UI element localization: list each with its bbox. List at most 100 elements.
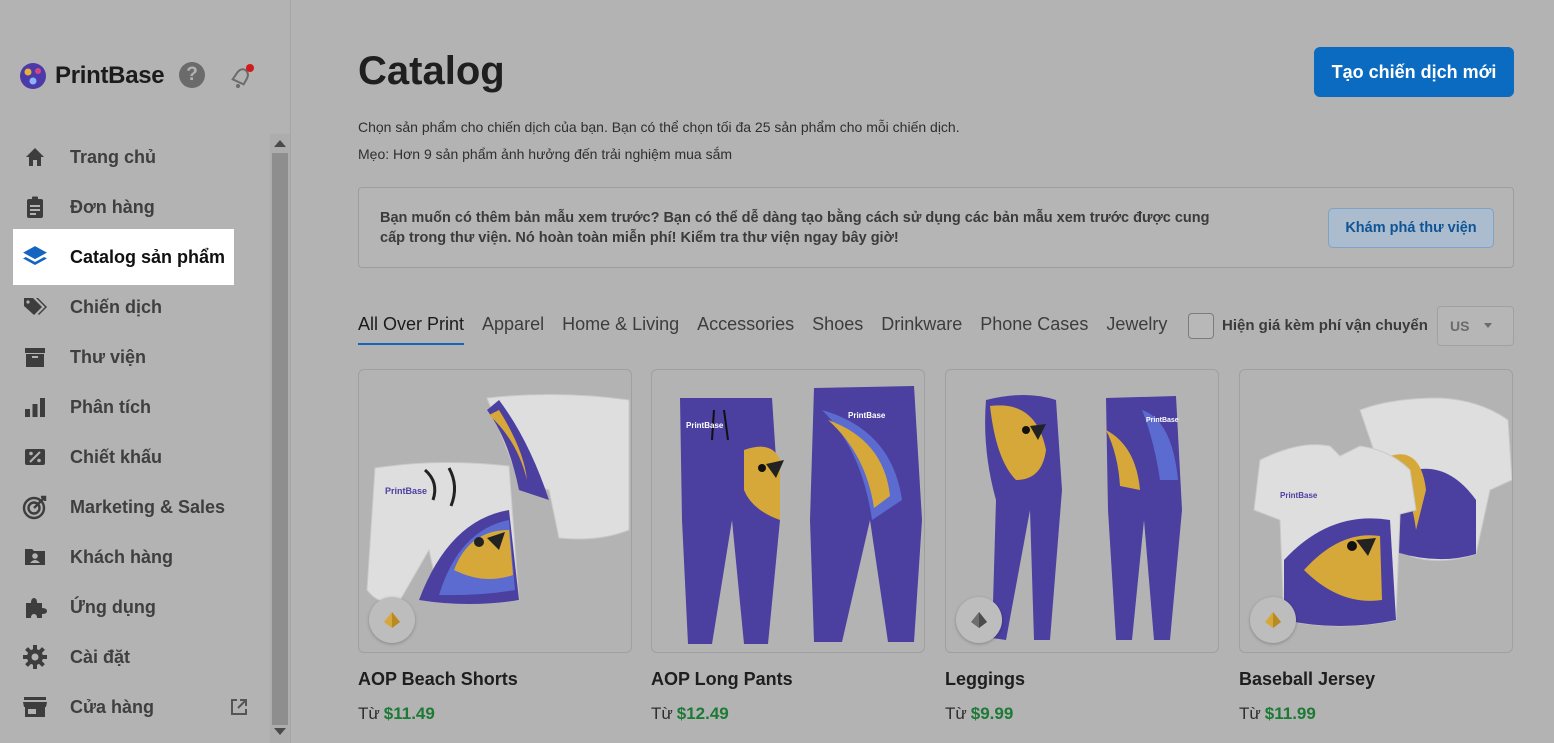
price-amount: $9.99 — [970, 704, 1014, 723]
tab-phone-cases[interactable]: Phone Cases — [980, 312, 1088, 345]
sidebar-item-label: Trang chủ — [70, 146, 157, 167]
brand[interactable]: PrintBase — [18, 58, 165, 94]
sidebar-item-label: Ứng dụng — [70, 596, 156, 617]
tab-drinkware[interactable]: Drinkware — [881, 312, 962, 345]
page-description: Chọn sản phẩm cho chiến dịch của bạn. Bạ… — [358, 119, 960, 135]
product-name[interactable]: Baseball Jersey — [1239, 669, 1513, 690]
price-prefix: Từ — [1239, 704, 1261, 723]
sidebar-item-settings[interactable]: Cài đặt — [13, 632, 263, 682]
product-image[interactable]: PrintBase — [1239, 369, 1513, 653]
puzzle-icon — [21, 593, 49, 621]
tag-icon — [21, 293, 49, 321]
product-price: Từ $11.99 — [1239, 704, 1513, 724]
price-amount: $11.99 — [1264, 704, 1316, 723]
sidebar-item-label: Khách hàng — [70, 546, 174, 567]
clipboard-icon — [21, 193, 49, 221]
product-card[interactable]: PrintBase AOP Beach Shorts Từ $11.49 — [358, 369, 632, 724]
price-amount: $11.49 — [383, 704, 435, 723]
sidebar-item-store[interactable]: Cửa hàng — [13, 682, 263, 732]
sidebar-item-label: Cửa hàng — [70, 696, 155, 717]
country-select-value: US — [1450, 318, 1470, 334]
product-price: Từ $12.49 — [651, 704, 925, 724]
sidebar-item-campaigns[interactable]: Chiến dịch — [13, 282, 263, 332]
sidebar-item-label: Thư viện — [70, 346, 147, 367]
external-link-icon[interactable] — [229, 697, 249, 717]
printbase-logo-icon — [20, 63, 46, 89]
layers-icon — [21, 243, 49, 271]
product-name[interactable]: AOP Long Pants — [651, 669, 925, 690]
bar-chart-icon — [21, 393, 49, 421]
scroll-down-arrow-icon[interactable] — [274, 728, 286, 735]
main-content: Catalog Tạo chiến dịch mới Chọn sản phẩm… — [291, 0, 1554, 743]
chevron-down-icon — [1484, 323, 1492, 328]
archive-icon — [21, 343, 49, 371]
product-card[interactable]: PrintBase Leggings Từ $9.99 — [945, 369, 1219, 724]
sidebar-item-label: Cài đặt — [70, 646, 131, 667]
country-select[interactable]: US — [1437, 306, 1514, 346]
store-icon — [21, 693, 49, 721]
create-campaign-button[interactable]: Tạo chiến dịch mới — [1314, 47, 1514, 97]
promo-text: Bạn muốn có thêm bản mẫu xem trước? Bạn … — [380, 210, 1210, 246]
product-image[interactable]: PrintBase — [945, 369, 1219, 653]
sidebar-item-catalog[interactable]: Catalog sản phẩm — [13, 229, 234, 285]
tab-home-living[interactable]: Home & Living — [562, 312, 679, 345]
product-card[interactable]: PrintBase Baseball Jersey Từ $11.99 — [1239, 369, 1513, 724]
product-card[interactable]: PrintBase PrintBase AOP Long Pants Từ $12… — [651, 369, 925, 724]
sidebar-item-home[interactable]: Trang chủ — [13, 132, 263, 182]
shipping-price-checkbox[interactable] — [1188, 313, 1214, 339]
notification-bell-icon[interactable] — [226, 62, 256, 92]
gold-badge-icon — [369, 597, 415, 643]
product-price: Từ $11.49 — [358, 704, 632, 724]
tab-shoes[interactable]: Shoes — [812, 312, 863, 345]
sidebar-item-label: Chiết khấu — [70, 446, 163, 467]
product-name[interactable]: AOP Beach Shorts — [358, 669, 632, 690]
gray-badge-icon — [956, 597, 1002, 643]
shipping-price-label[interactable]: Hiện giá kèm phí vận chuyển — [1222, 317, 1428, 334]
customer-icon — [21, 543, 49, 571]
sidebar-item-customers[interactable]: Khách hàng — [13, 532, 263, 582]
sidebar-item-label: Marketing & Sales — [70, 496, 226, 517]
sidebar-item-label: Catalog sản phẩm — [70, 246, 226, 267]
gold-badge-icon — [1250, 597, 1296, 643]
long-pants-image: PrintBase PrintBase — [680, 386, 922, 644]
explore-library-button[interactable]: Khám phá thư viện — [1328, 208, 1494, 248]
sidebar-item-marketing[interactable]: Marketing & Sales — [13, 482, 263, 532]
product-image[interactable]: PrintBase PrintBase — [651, 369, 925, 653]
page-title: Catalog — [358, 49, 505, 93]
product-price: Từ $9.99 — [945, 704, 1219, 724]
category-tabs: All Over Print Apparel Home & Living Acc… — [358, 312, 1185, 345]
scroll-up-arrow-icon[interactable] — [274, 140, 286, 147]
scroll-thumb[interactable] — [272, 153, 288, 725]
gear-icon — [21, 643, 49, 671]
tab-jewelry[interactable]: Jewelry — [1106, 312, 1167, 345]
price-prefix: Từ — [358, 704, 380, 723]
product-name[interactable]: Leggings — [945, 669, 1219, 690]
sidebar-item-label: Đơn hàng — [70, 196, 155, 217]
help-icon[interactable]: ? — [179, 62, 205, 88]
tab-all-over-print[interactable]: All Over Print — [358, 312, 465, 345]
library-promo-banner: Bạn muốn có thêm bản mẫu xem trước? Bạn … — [358, 187, 1514, 268]
sidebar-item-label: Phân tích — [70, 396, 152, 417]
price-amount: $12.49 — [676, 704, 729, 723]
svg-text:PrintBase: PrintBase — [1280, 491, 1318, 500]
sidebar-item-library[interactable]: Thư viện — [13, 332, 263, 382]
price-prefix: Từ — [651, 704, 673, 723]
sidebar-item-orders[interactable]: Đơn hàng — [13, 182, 263, 232]
sidebar-item-analytics[interactable]: Phân tích — [13, 382, 263, 432]
product-image[interactable]: PrintBase — [358, 369, 632, 653]
tab-apparel[interactable]: Apparel — [482, 312, 544, 345]
target-icon — [21, 493, 49, 521]
svg-text:PrintBase: PrintBase — [686, 421, 724, 430]
page-tip: Mẹo: Hơn 9 sản phẩm ảnh hưởng đến trải n… — [358, 146, 733, 162]
sidebar-item-apps[interactable]: Ứng dụng — [13, 582, 263, 632]
brand-name: PrintBase — [55, 62, 165, 89]
svg-text:PrintBase: PrintBase — [1146, 417, 1179, 424]
sidebar: PrintBase ? Trang chủ Đơn hàng Catalog s… — [0, 0, 291, 743]
discount-icon — [21, 443, 49, 471]
svg-text:PrintBase: PrintBase — [848, 411, 886, 420]
sidebar-scrollbar[interactable] — [270, 134, 290, 743]
sidebar-item-discounts[interactable]: Chiết khấu — [13, 432, 263, 482]
sidebar-nav: Trang chủ Đơn hàng Catalog sản phẩm Chiế… — [13, 132, 263, 732]
tab-accessories[interactable]: Accessories — [697, 312, 794, 345]
home-icon — [21, 143, 49, 171]
